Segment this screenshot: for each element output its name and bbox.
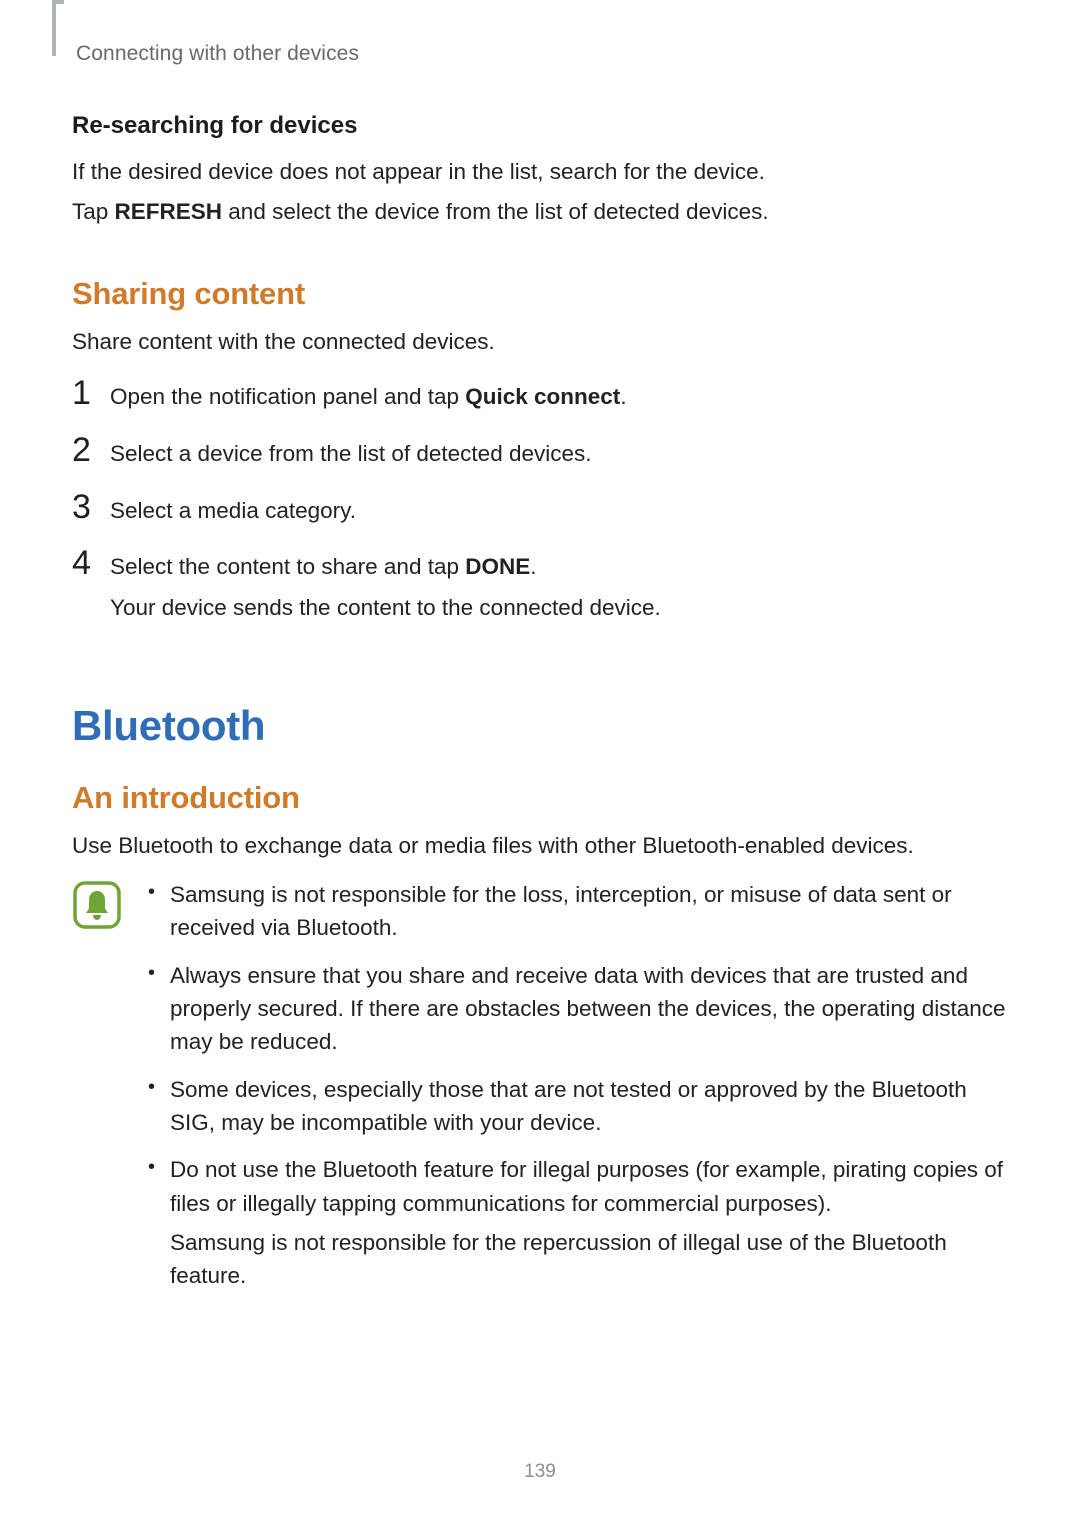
step-item: 1 Open the notification panel and tap Qu… (72, 380, 1008, 415)
text-bold-done: DONE (465, 554, 530, 579)
note-block: Samsung is not responsible for the loss,… (72, 878, 1008, 1306)
step-item: 4 Select the content to share and tap DO… (72, 550, 1008, 626)
heading-introduction: An introduction (72, 780, 1008, 816)
text-span: . (530, 554, 536, 579)
step-number: 3 (72, 490, 110, 524)
step-number: 1 (72, 376, 110, 410)
text-span: Samsung is not responsible for the reper… (170, 1226, 1008, 1293)
step-text: Select the content to share and tap DONE… (110, 550, 1008, 626)
text-span: . (620, 384, 626, 409)
step-subtext: Your device sends the content to the con… (110, 591, 1008, 626)
step-text: Select a media category. (110, 494, 1008, 529)
text-span: Select the content to share and tap (110, 554, 465, 579)
step-list: 1 Open the notification panel and tap Qu… (72, 380, 1008, 626)
text-span: Do not use the Bluetooth feature for ill… (170, 1157, 1003, 1215)
text-bold-quick-connect: Quick connect (465, 384, 620, 409)
note-item: Always ensure that you share and receive… (146, 959, 1008, 1059)
margin-mark-icon (48, 0, 60, 58)
running-head: Connecting with other devices (76, 42, 1008, 66)
heading-sharing: Sharing content (72, 276, 1008, 312)
text-research-1: If the desired device does not appear in… (72, 156, 1008, 188)
page: Connecting with other devices Re-searchi… (0, 0, 1080, 1527)
note-item: Do not use the Bluetooth feature for ill… (146, 1153, 1008, 1292)
heading-research: Re-searching for devices (72, 112, 1008, 140)
step-text: Open the notification panel and tap Quic… (110, 380, 1008, 415)
step-text: Select a device from the list of detecte… (110, 437, 1008, 472)
heading-bluetooth: Bluetooth (72, 702, 1008, 750)
note-item: Samsung is not responsible for the loss,… (146, 878, 1008, 945)
text-span: Open the notification panel and tap (110, 384, 465, 409)
text-bold-refresh: REFRESH (115, 199, 223, 224)
text-span: Tap (72, 199, 115, 224)
step-number: 2 (72, 433, 110, 467)
note-list: Samsung is not responsible for the loss,… (146, 878, 1008, 1306)
page-number: 139 (0, 1461, 1080, 1483)
step-item: 2 Select a device from the list of detec… (72, 437, 1008, 472)
text-bluetooth-intro: Use Bluetooth to exchange data or media … (72, 830, 1008, 862)
step-item: 3 Select a media category. (72, 494, 1008, 529)
text-sharing-intro: Share content with the connected devices… (72, 326, 1008, 358)
text-span: and select the device from the list of d… (222, 199, 769, 224)
note-bell-icon (72, 880, 122, 930)
text-research-2: Tap REFRESH and select the device from t… (72, 196, 1008, 228)
note-item: Some devices, especially those that are … (146, 1073, 1008, 1140)
step-number: 4 (72, 546, 110, 580)
